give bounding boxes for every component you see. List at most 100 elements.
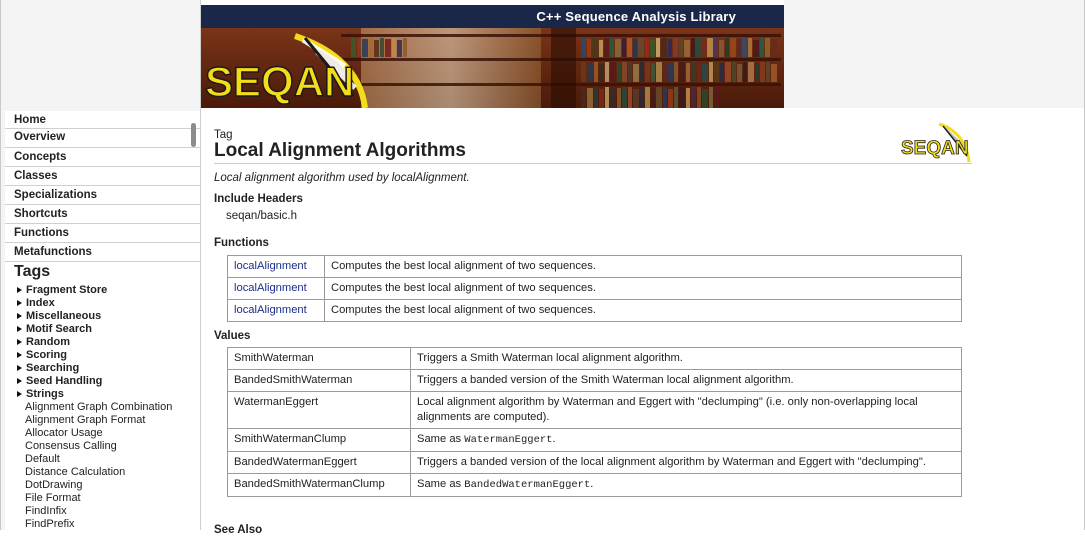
- tag-item-label: DotDrawing: [25, 479, 83, 491]
- expand-triangle-icon[interactable]: [17, 378, 22, 384]
- tag-folder-label: Strings: [26, 388, 64, 400]
- expand-triangle-icon[interactable]: [17, 313, 22, 319]
- banner-bar: C++ Sequence Analysis Library: [201, 5, 784, 28]
- values-table: SmithWaterman Triggers a Smith Waterman …: [227, 347, 962, 497]
- page-title: Local Alignment Algorithms: [214, 140, 466, 161]
- table-row: SmithWaterman Triggers a Smith Waterman …: [227, 347, 962, 370]
- value-desc-cell: Local alignment algorithm by Waterman an…: [410, 391, 962, 429]
- nav-label: Shortcuts: [14, 208, 68, 220]
- nav-item-classes[interactable]: Classes: [5, 167, 200, 186]
- nav-label: Metafunctions: [14, 246, 92, 258]
- tag-folder-label: Fragment Store: [26, 284, 108, 296]
- tag-folder-motif-search[interactable]: Motif Search: [17, 323, 200, 336]
- tag-item[interactable]: FindPrefix: [17, 518, 200, 530]
- value-desc-cell: Same as BandedWatermanEggert.: [410, 473, 962, 497]
- table-row: BandedSmithWaterman Triggers a banded ve…: [227, 369, 962, 392]
- tag-folder-label: Miscellaneous: [26, 310, 102, 322]
- tag-folder-miscellaneous[interactable]: Miscellaneous: [17, 310, 200, 323]
- function-name-cell: localAlignment: [227, 255, 325, 278]
- functions-table: localAlignment Computes the best local a…: [227, 255, 962, 322]
- sidebar-nav: Home Overview Concepts Classes Specializ…: [5, 111, 200, 262]
- value-desc-cell: Triggers a banded version of the local a…: [410, 451, 962, 474]
- nav-item-specializations[interactable]: Specializations: [5, 186, 200, 205]
- table-row: localAlignment Computes the best local a…: [227, 299, 962, 322]
- tag-item[interactable]: Allocator Usage: [17, 427, 200, 440]
- tag-item[interactable]: DotDrawing: [17, 479, 200, 492]
- sidebar-scrollbar[interactable]: [191, 123, 196, 147]
- expand-triangle-icon[interactable]: [17, 352, 22, 358]
- title-divider: [214, 163, 972, 164]
- tag-folder-label: Searching: [26, 362, 80, 374]
- expand-triangle-icon[interactable]: [17, 326, 22, 332]
- tag-folder-label: Seed Handling: [26, 375, 103, 387]
- table-row: BandedSmithWatermanClump Same as BandedW…: [227, 473, 962, 497]
- function-name-cell: localAlignment: [227, 299, 325, 322]
- expand-triangle-icon[interactable]: [17, 300, 22, 306]
- value-name-cell: BandedSmithWaterman: [227, 369, 411, 392]
- page-description: Local alignment algorithm used by localA…: [214, 172, 470, 184]
- nav-item-functions[interactable]: Functions: [5, 224, 200, 243]
- tag-item-label: Alignment Graph Format: [25, 414, 146, 426]
- nav-item-shortcuts[interactable]: Shortcuts: [5, 205, 200, 224]
- table-row: WatermanEggert Local alignment algorithm…: [227, 391, 962, 429]
- include-header-value: seqan/basic.h: [226, 210, 297, 222]
- nav-item-metafunctions[interactable]: Metafunctions: [5, 243, 200, 262]
- tag-folder-label: Index: [26, 297, 55, 309]
- expand-triangle-icon[interactable]: [17, 365, 22, 371]
- nav-item-overview[interactable]: Overview: [5, 129, 200, 148]
- value-name-cell: WatermanEggert: [227, 391, 411, 429]
- tag-folder-strings[interactable]: Strings: [17, 388, 200, 401]
- tag-folder-label: Motif Search: [26, 323, 93, 335]
- desc-suffix: .: [590, 478, 594, 490]
- tag-folder-label: Random: [26, 336, 70, 348]
- tag-item[interactable]: Default: [17, 453, 200, 466]
- tag-folder-index[interactable]: Index: [17, 297, 200, 310]
- tag-item-label: Allocator Usage: [25, 427, 103, 439]
- banner-tagline: C++ Sequence Analysis Library: [536, 9, 736, 24]
- value-desc-cell: Triggers a Smith Waterman local alignmen…: [410, 347, 962, 370]
- tag-folder-label: Scoring: [26, 349, 67, 361]
- tag-folder-seed-handling[interactable]: Seed Handling: [17, 375, 200, 388]
- bookshelf-image: SEQAN: [201, 28, 784, 108]
- code-reference: WatermanEggert: [464, 434, 553, 446]
- sidebar: Home Overview Concepts Classes Specializ…: [5, 111, 200, 530]
- table-row: BandedWatermanEggert Triggers a banded v…: [227, 451, 962, 474]
- tag-item[interactable]: Distance Calculation: [17, 466, 200, 479]
- functions-heading: Functions: [214, 237, 269, 249]
- nav-label: Home: [14, 114, 46, 126]
- tag-item[interactable]: File Format: [17, 492, 200, 505]
- see-also-heading: See Also: [214, 524, 263, 536]
- nav-item-home[interactable]: Home: [5, 111, 200, 129]
- expand-triangle-icon[interactable]: [17, 391, 22, 397]
- svg-text:SEQAN: SEQAN: [901, 138, 969, 159]
- nav-item-concepts[interactable]: Concepts: [5, 148, 200, 167]
- desc-prefix: Same as: [417, 433, 462, 445]
- expand-triangle-icon[interactable]: [17, 339, 22, 345]
- tag-list: Fragment Store Index Miscellaneous Motif…: [17, 284, 200, 530]
- value-name-cell: BandedWatermanEggert: [227, 451, 411, 474]
- tag-folder-scoring[interactable]: Scoring: [17, 349, 200, 362]
- include-headers-heading: Include Headers: [214, 193, 303, 205]
- table-row: localAlignment Computes the best local a…: [227, 255, 962, 278]
- function-link[interactable]: localAlignment: [234, 260, 307, 272]
- main-content: Tag Local Alignment Algorithms SEQAN Loc…: [201, 108, 1084, 536]
- tag-item[interactable]: FindInfix: [17, 505, 200, 518]
- table-row: localAlignment Computes the best local a…: [227, 277, 962, 300]
- value-name-cell: BandedSmithWatermanClump: [227, 473, 411, 497]
- expand-triangle-icon[interactable]: [17, 287, 22, 293]
- values-heading: Values: [214, 330, 251, 342]
- code-reference: BandedWatermanEggert: [464, 479, 591, 491]
- nav-label: Classes: [14, 170, 58, 182]
- tag-folder-random[interactable]: Random: [17, 336, 200, 349]
- tag-folder-searching[interactable]: Searching: [17, 362, 200, 375]
- desc-prefix: Same as: [417, 478, 462, 490]
- tag-item[interactable]: Alignment Graph Combination: [17, 401, 200, 414]
- tag-folder-fragment-store[interactable]: Fragment Store: [17, 284, 200, 297]
- function-link[interactable]: localAlignment: [234, 282, 307, 294]
- tag-item-label: FindPrefix: [25, 518, 75, 530]
- function-link[interactable]: localAlignment: [234, 304, 307, 316]
- tag-item[interactable]: Alignment Graph Format: [17, 414, 200, 427]
- tag-item[interactable]: Consensus Calling: [17, 440, 200, 453]
- frame-edge-left: [0, 0, 1, 530]
- function-desc-cell: Computes the best local alignment of two…: [324, 299, 962, 322]
